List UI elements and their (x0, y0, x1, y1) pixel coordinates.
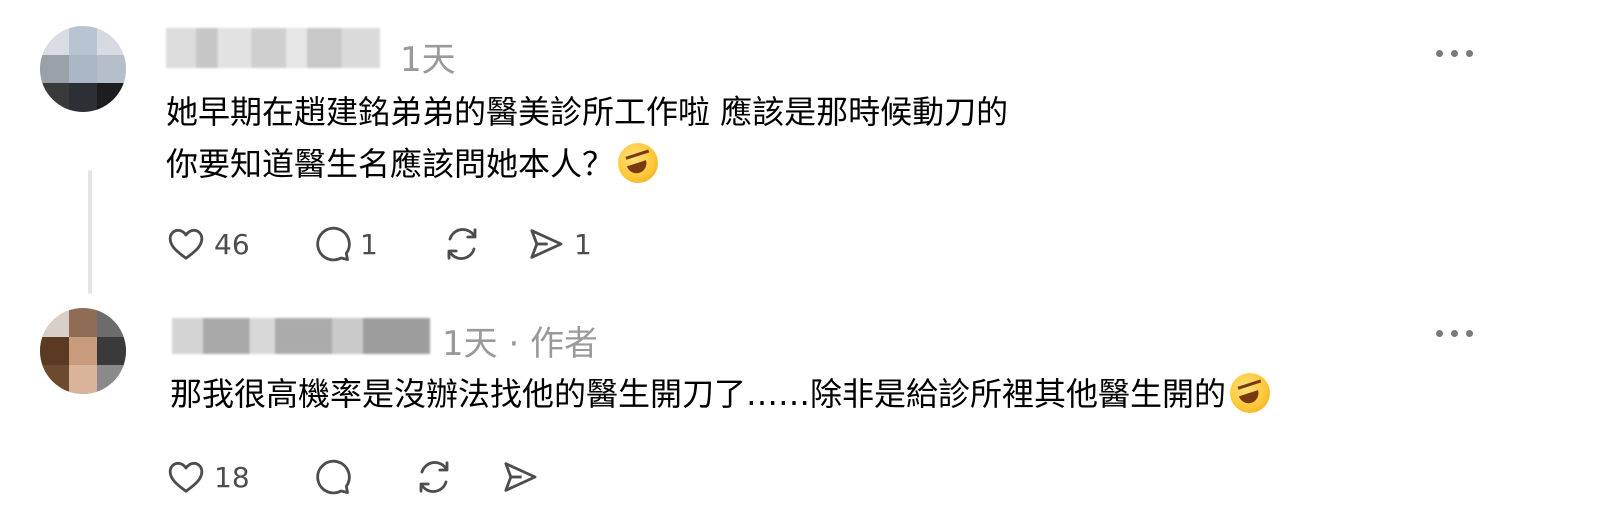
like-button[interactable]: 46 (166, 222, 312, 266)
repost-icon (447, 228, 477, 260)
share-button[interactable]: 1 (526, 222, 592, 266)
thread-line (88, 170, 92, 294)
comment-text-line: 她早期在趙建銘弟弟的醫美診所工作啦 應該是那時候動刀的 (166, 93, 1009, 131)
reply-button[interactable]: 1 (312, 222, 442, 266)
avatar[interactable] (40, 26, 126, 112)
username-blurred[interactable] (172, 318, 430, 354)
repost-icon (419, 461, 449, 493)
username-blurred[interactable] (166, 28, 380, 68)
comment-text-line: 那我很高機率是沒辦法找他的醫生開刀了……除非是給診所裡其他醫生開的 (170, 368, 1271, 420)
comment-text-line: 你要知道醫生名應該問她本人？ (166, 138, 1008, 190)
comment-actions: 46 1 1 (166, 222, 592, 266)
comment-timestamp: 1天 · 作者 (442, 324, 599, 364)
comment-thread: 1天 她早期在趙建銘弟弟的醫美診所工作啦 應該是那時候動刀的 你要知道醫生名應該… (0, 0, 1600, 509)
heart-icon (168, 228, 204, 260)
share-button[interactable] (500, 455, 540, 499)
more-options-icon[interactable] (1436, 330, 1473, 337)
send-icon (530, 229, 563, 259)
like-count: 18 (214, 460, 250, 494)
like-button[interactable]: 18 (166, 455, 312, 499)
repost-button[interactable] (442, 222, 526, 266)
reply-button[interactable] (312, 455, 414, 499)
rolling-on-floor-laughing-emoji (618, 143, 659, 183)
comment-text: 她早期在趙建銘弟弟的醫美診所工作啦 應該是那時候動刀的 你要知道醫生名應該問她本… (166, 86, 1008, 190)
send-icon (504, 462, 537, 492)
avatar[interactable] (40, 308, 126, 394)
like-count: 46 (214, 227, 250, 261)
repost-button[interactable] (414, 455, 500, 499)
comment-bubble-icon (316, 226, 351, 262)
heart-icon (168, 461, 204, 493)
comment-actions: 18 (166, 455, 540, 499)
comment-text: 那我很高機率是沒辦法找他的醫生開刀了……除非是給診所裡其他醫生開的 (170, 368, 1271, 420)
share-count: 1 (574, 227, 592, 261)
rolling-on-floor-laughing-emoji (1230, 373, 1271, 413)
more-options-icon[interactable] (1436, 50, 1473, 57)
reply-count: 1 (360, 227, 378, 261)
comment-timestamp: 1天 (400, 40, 456, 80)
comment-bubble-icon (316, 459, 351, 495)
